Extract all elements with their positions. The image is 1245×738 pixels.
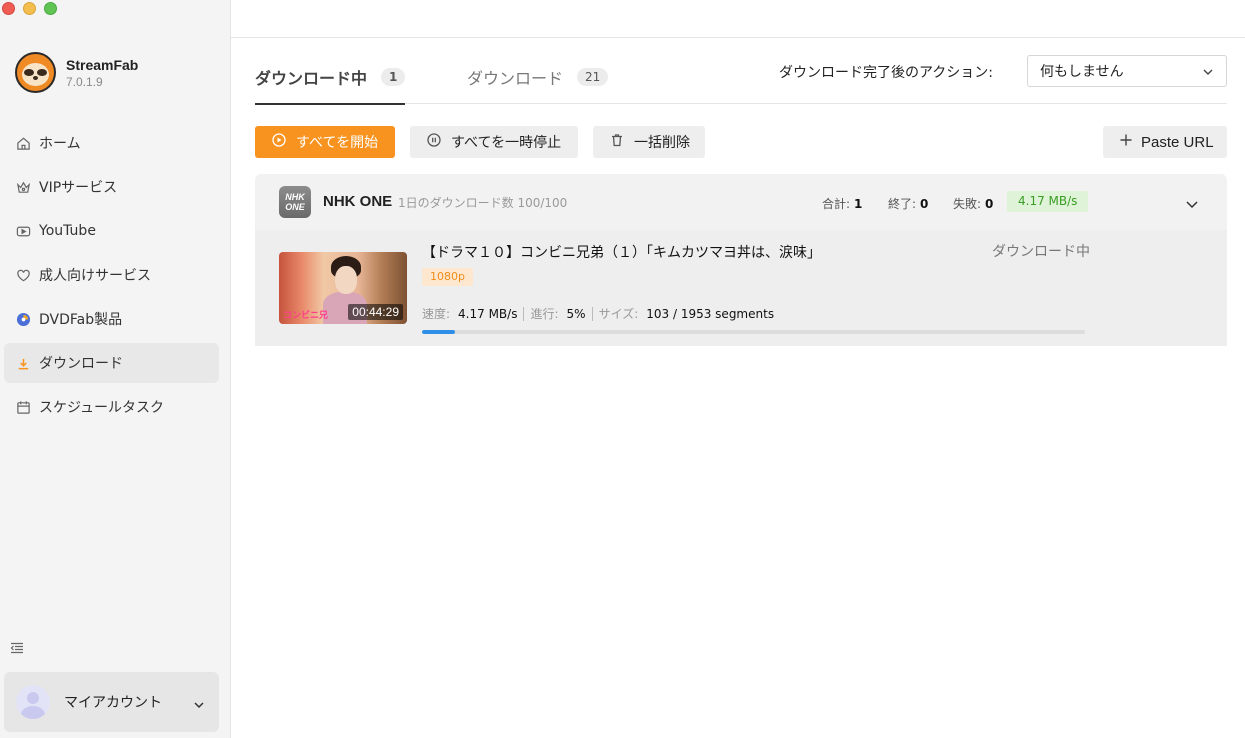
after-download-label: ダウンロード完了後のアクション:: [779, 65, 994, 81]
app-version: 7.0.1.9: [66, 74, 103, 89]
youtube-icon: [15, 223, 31, 239]
group-speed-badge: 4.17 MB/s: [1007, 191, 1089, 212]
after-download-value: 何もしません: [1040, 64, 1124, 80]
after-download-select[interactable]: 何もしません: [1027, 55, 1227, 87]
download-group: NHK ONE NHK ONE 1日のダウンロード数 100/100 合計: 1 終…: [255, 174, 1227, 346]
tab-downloaded[interactable]: ダウンロード 21: [467, 50, 609, 104]
stat-finished: 終了: 0: [888, 197, 929, 211]
start-all-button[interactable]: すべてを開始: [255, 126, 395, 158]
chevron-down-icon: [1202, 66, 1214, 78]
paste-url-button[interactable]: Paste URL: [1103, 126, 1227, 158]
download-meta: 速度: 4.17 MB/s 進行: 5% サイズ: 103 / 1953 seg…: [422, 305, 774, 322]
sidebar-item-label: ダウンロード: [39, 356, 123, 372]
calendar-icon: [15, 399, 31, 415]
pause-all-button[interactable]: すべてを一時停止: [410, 126, 578, 158]
sidebar-item-label: YouTube: [39, 223, 96, 239]
speed-value: 4.17 MB/s: [458, 306, 518, 321]
sidebar-item-home[interactable]: ホーム: [4, 123, 219, 163]
account-label: マイアカウント: [64, 695, 162, 711]
nhk-logo: NHK ONE: [279, 186, 311, 218]
close-window-button[interactable]: [2, 2, 15, 15]
chevron-down-icon: [193, 696, 205, 709]
crown-icon: [15, 179, 31, 195]
progress-label: 進行:: [530, 307, 559, 321]
play-circle-icon: [272, 133, 286, 151]
sidebar-item-label: スケジュールタスク: [39, 400, 165, 416]
size-label: サイズ:: [598, 307, 639, 321]
pause-circle-icon: [427, 133, 441, 151]
window-controls: [2, 2, 57, 15]
sidebar-item-schedule[interactable]: スケジュールタスク: [4, 387, 219, 427]
sidebar-item-label: DVDFab製品: [39, 312, 123, 328]
avatar: [16, 685, 50, 719]
sidebar-item-adult[interactable]: 成人向けサービス: [4, 255, 219, 295]
sidebar-item-label: 成人向けサービス: [39, 268, 151, 284]
app-name: StreamFab: [66, 56, 139, 73]
video-title: 【ドラマ１０】コンビニ兄弟（１）「キムカツマヨ丼は、涙味」: [422, 245, 821, 261]
brand: StreamFab 7.0.1.9: [15, 52, 138, 93]
speed-label: 速度:: [422, 307, 451, 321]
download-icon: [15, 355, 31, 371]
resolution-badge: 1080p: [422, 268, 473, 286]
progress-value: 5%: [566, 306, 586, 321]
sidebar-item-label: ホーム: [39, 136, 81, 152]
video-duration: 00:44:29: [348, 304, 403, 320]
progress-bar: [422, 330, 1085, 334]
streamfab-logo: [15, 52, 56, 93]
sidebar-nav: ホーム VIPサービス YouTube 成人向けサービス DVDFab製品 ダウ…: [4, 123, 219, 431]
sidebar-item-download[interactable]: ダウンロード: [4, 343, 219, 383]
trash-icon: [610, 133, 624, 151]
heart-icon: [15, 267, 31, 283]
delete-all-button[interactable]: 一括削除: [593, 126, 705, 158]
tab-label: ダウンロード中: [255, 69, 368, 88]
thumbnail-caption: コンビニ兄: [283, 311, 329, 321]
tab-downloading[interactable]: ダウンロード中 1: [255, 50, 406, 105]
site-name: NHK ONE: [323, 193, 393, 210]
paste-url-label: Paste URL: [1141, 133, 1214, 151]
pause-all-label: すべてを一時停止: [451, 135, 562, 151]
download-item: コンビニ兄 00:44:29 【ドラマ１０】コンビニ兄弟（１）「キムカツマヨ丼は…: [255, 230, 1227, 346]
zoom-window-button[interactable]: [44, 2, 57, 15]
video-thumbnail[interactable]: コンビニ兄 00:44:29: [279, 252, 407, 324]
sidebar-item-label: VIPサービス: [39, 180, 118, 196]
start-all-label: すべてを開始: [296, 135, 379, 151]
dvdfab-icon: [15, 311, 31, 327]
delete-all-label: 一括削除: [634, 135, 690, 151]
sidebar: StreamFab 7.0.1.9 ホーム VIPサービス YouTube 成人…: [0, 0, 231, 738]
plus-icon: [1119, 133, 1133, 151]
stat-failed: 失敗: 0: [953, 197, 994, 211]
sidebar-item-dvdfab[interactable]: DVDFab製品: [4, 299, 219, 339]
daily-quota: 1日のダウンロード数 100/100: [398, 196, 568, 210]
download-status: ダウンロード中: [992, 244, 1090, 260]
sidebar-item-vip[interactable]: VIPサービス: [4, 167, 219, 207]
download-group-header: NHK ONE NHK ONE 1日のダウンロード数 100/100 合計: 1 終…: [255, 174, 1227, 230]
tab-label: ダウンロード: [467, 69, 564, 88]
home-icon: [15, 135, 31, 151]
account-menu[interactable]: マイアカウント: [4, 672, 219, 732]
size-value: 103 / 1953 segments: [646, 306, 775, 321]
tab-count-badge: 1: [381, 68, 406, 86]
collapse-sidebar-icon[interactable]: [10, 640, 24, 654]
chevron-down-icon[interactable]: [1185, 196, 1199, 210]
stat-total: 合計: 1: [822, 197, 863, 211]
title-bar: [231, 0, 1245, 38]
tab-count-badge: 21: [577, 68, 609, 86]
minimize-window-button[interactable]: [23, 2, 36, 15]
sidebar-item-youtube[interactable]: YouTube: [4, 211, 219, 251]
progress-bar-fill: [422, 330, 456, 334]
